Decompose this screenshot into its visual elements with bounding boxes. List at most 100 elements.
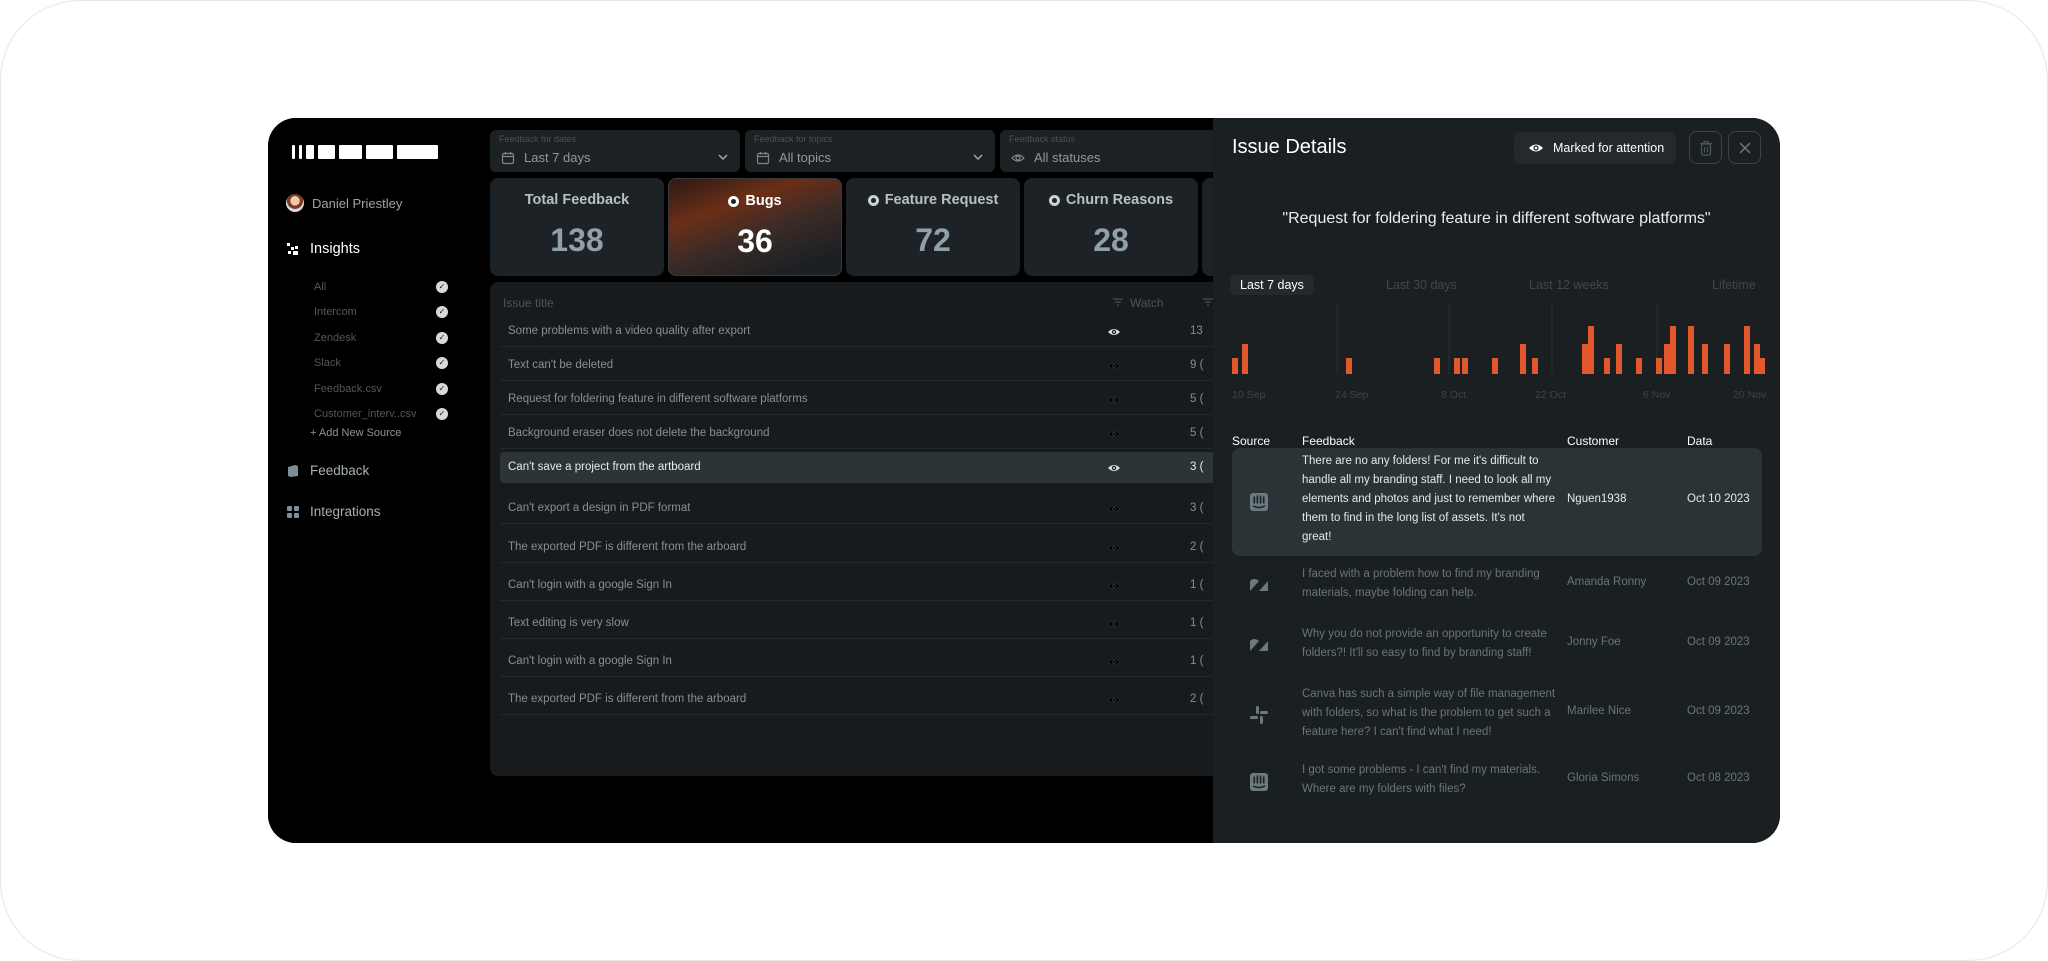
histogram-bar [1616, 344, 1622, 374]
source-item-feedback-csv[interactable]: Feedback.csv ✓ [314, 383, 448, 395]
sidebar-item-feedback[interactable]: Feedback [286, 463, 369, 478]
tab-last-7-days[interactable]: Last 7 days [1230, 275, 1314, 295]
watch-eye-icon[interactable] [1107, 394, 1121, 406]
churn-bullet-icon [1048, 194, 1060, 206]
table-row[interactable]: Text editing is very slow 1 ( [500, 608, 1260, 639]
issue-title: Text editing is very slow [508, 617, 629, 629]
issue-title: The exported PDF is different from the a… [508, 693, 747, 705]
column-source[interactable]: Source [1232, 434, 1270, 448]
filter-value: All statuses [1034, 150, 1101, 165]
insights-icon [287, 243, 298, 255]
column-customer[interactable]: Customer [1567, 434, 1619, 448]
filter-icon[interactable] [1112, 297, 1124, 307]
activity-histogram [1232, 304, 1765, 374]
source-item-zendesk[interactable]: Zendesk ✓ [314, 332, 448, 344]
check-icon[interactable]: ✓ [436, 357, 448, 369]
card-churn-reasons[interactable]: Churn Reasons 28 [1024, 178, 1198, 276]
watch-eye-icon[interactable] [1107, 580, 1121, 592]
watch-eye-icon[interactable] [1107, 462, 1121, 474]
tab-lifetime[interactable]: Lifetime [1712, 278, 1756, 292]
column-issue-title[interactable]: Issue title [503, 296, 554, 310]
table-row[interactable]: Some problems with a video quality after… [500, 316, 1260, 347]
feedback-date: Oct 09 2023 [1687, 576, 1750, 588]
sidebar-item-label: Insights [310, 241, 360, 257]
card-total-feedback[interactable]: Total Feedback 138 [490, 178, 664, 276]
check-icon[interactable]: ✓ [436, 281, 448, 293]
issue-count: 13 [1190, 325, 1203, 337]
feedback-row[interactable]: I got some problems - I can't find my ma… [1232, 756, 1762, 808]
card-bugs[interactable]: Bugs 36 [668, 178, 842, 276]
table-row[interactable]: Background eraser does not delete the ba… [500, 418, 1260, 449]
watch-eye-icon[interactable] [1107, 326, 1121, 338]
intercom-icon [1250, 493, 1268, 511]
issue-title: Can't login with a google Sign In [508, 655, 672, 667]
user-name: Daniel Priestley [312, 195, 403, 211]
table-row[interactable]: Can't login with a google Sign In 1 ( [500, 570, 1260, 601]
close-button[interactable] [1728, 131, 1761, 164]
check-icon[interactable]: ✓ [436, 383, 448, 395]
sidebar-item-insights[interactable]: Insights [286, 241, 360, 257]
feedback-row[interactable]: I faced with a problem how to find my br… [1232, 560, 1762, 612]
issue-count: 1 ( [1190, 617, 1204, 629]
table-row[interactable]: Can't login with a google Sign In 1 ( [500, 646, 1260, 677]
date-filter[interactable]: Feedback for dates Last 7 days [490, 130, 740, 172]
card-title: Churn Reasons [1065, 192, 1174, 208]
table-row[interactable]: The exported PDF is different from the a… [500, 684, 1260, 715]
watch-eye-icon[interactable] [1107, 542, 1121, 554]
watch-eye-icon[interactable] [1107, 618, 1121, 630]
check-icon[interactable]: ✓ [436, 306, 448, 318]
watch-eye-icon[interactable] [1107, 360, 1121, 372]
watch-eye-icon[interactable] [1107, 503, 1121, 515]
feedback-text: I faced with a problem how to find my br… [1302, 568, 1540, 599]
sidebar-item-integrations[interactable]: Integrations [286, 504, 381, 519]
table-row[interactable]: Text can't be deleted 9 ( [500, 350, 1260, 381]
histogram-bar [1636, 358, 1642, 374]
table-row[interactable]: Request for foldering feature in differe… [500, 384, 1260, 415]
tab-last-12-weeks[interactable]: Last 12 weeks [1529, 278, 1609, 292]
card-title-wrap: Total Feedback [490, 192, 664, 208]
status-filter[interactable]: Feedback status All statuses [1000, 130, 1213, 172]
table-row[interactable]: Can't save a project from the artboard 3 … [500, 452, 1260, 483]
source-item-intercom[interactable]: Intercom ✓ [314, 306, 448, 318]
card-title-wrap: Feature Request [846, 192, 1020, 208]
filter-label: Feedback status [1009, 134, 1076, 144]
source-item-customer-interviews[interactable]: Customer_interv..csv ✓ [314, 408, 448, 420]
card-feature-request[interactable]: Feature Request 72 [846, 178, 1020, 276]
watch-eye-icon[interactable] [1107, 694, 1121, 706]
panel-title: Issue Details [1232, 136, 1347, 158]
feedback-row[interactable]: Why you do not provide an opportunity to… [1232, 620, 1762, 672]
check-icon[interactable]: ✓ [436, 408, 448, 420]
source-item-all[interactable]: All ✓ [314, 281, 448, 293]
table-row[interactable]: Can't export a design in PDF format 3 ( [500, 493, 1260, 524]
check-icon[interactable]: ✓ [436, 332, 448, 344]
tab-last-30-days[interactable]: Last 30 days [1386, 278, 1457, 292]
feedback-row[interactable]: There are no any folders! For me it's di… [1232, 448, 1762, 556]
watch-eye-icon[interactable] [1107, 656, 1121, 668]
issue-count: 2 ( [1190, 693, 1204, 705]
column-data[interactable]: Data [1687, 434, 1712, 448]
watch-eye-icon[interactable] [1107, 428, 1121, 440]
source-label: Customer_interv..csv [314, 408, 417, 420]
issue-title: Text can't be deleted [508, 359, 614, 371]
issue-quote: "Request for foldering feature in differ… [1282, 210, 1711, 227]
brand-logo[interactable] [292, 145, 438, 159]
add-source-link[interactable]: + Add New Source [310, 427, 401, 439]
feature-bullet-icon [867, 194, 879, 206]
user-profile[interactable]: Daniel Priestley [286, 194, 402, 212]
issue-count: 5 ( [1190, 393, 1204, 405]
table-row[interactable]: The exported PDF is different from the a… [500, 532, 1260, 563]
card-title: Feature Request [884, 192, 999, 208]
column-watch[interactable]: Watch [1130, 296, 1164, 310]
histogram-bar [1242, 344, 1248, 374]
card-title-wrap: Churn Reasons [1024, 192, 1198, 208]
issue-title: Can't export a design in PDF format [508, 502, 691, 514]
topic-filter[interactable]: Feedback for topics All topics [745, 130, 995, 172]
delete-button[interactable] [1689, 131, 1722, 164]
histogram-bar [1346, 358, 1352, 374]
histogram-bar [1532, 358, 1538, 374]
marked-for-attention-button[interactable]: Marked for attention [1514, 132, 1676, 164]
feedback-row[interactable]: Canva has such a simple way of file mana… [1232, 680, 1762, 750]
column-feedback[interactable]: Feedback [1302, 434, 1355, 448]
histogram-bar [1232, 358, 1238, 374]
source-item-slack[interactable]: Slack ✓ [314, 357, 448, 369]
